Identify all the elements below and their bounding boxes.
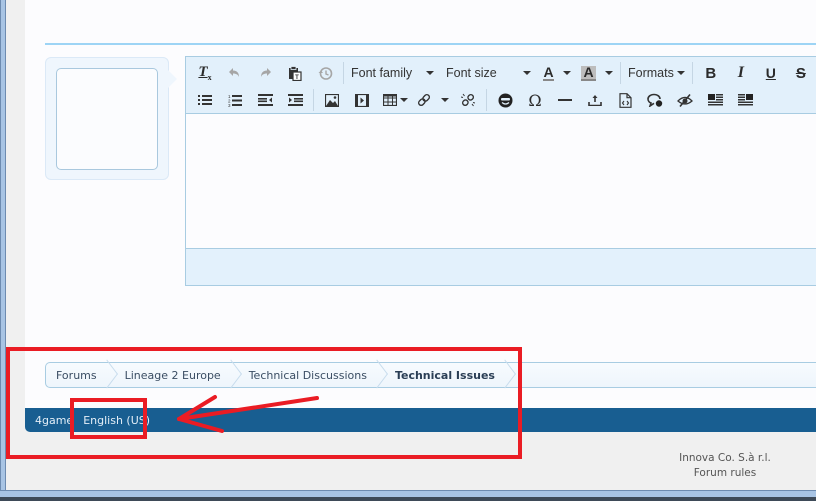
image-icon	[325, 93, 339, 107]
horizontal-line-icon	[558, 98, 572, 101]
remove-link-button[interactable]	[453, 88, 483, 112]
link-icon	[417, 93, 431, 107]
restore-draft-icon	[318, 66, 332, 80]
align-left-icon	[707, 93, 723, 105]
toolbar-separator	[620, 62, 621, 84]
bullet-list-button[interactable]	[190, 88, 220, 112]
font-family-select[interactable]: Font family	[347, 61, 442, 85]
formats-menu[interactable]: Formats	[624, 61, 689, 85]
background-color-icon: A	[581, 63, 596, 81]
toolbar-separator	[486, 89, 487, 111]
bullet-list-icon	[198, 95, 212, 105]
chevron-down-icon	[604, 71, 613, 75]
forum-rules-link[interactable]: Forum rules	[640, 466, 810, 481]
post-separator	[45, 43, 816, 45]
chevron-down-icon	[562, 71, 571, 75]
toolbar-separator	[343, 62, 344, 84]
underline-button[interactable]: U	[756, 61, 786, 85]
font-size-select[interactable]: Font size	[442, 61, 537, 85]
code-file-icon	[618, 92, 632, 108]
avatar[interactable]	[56, 68, 158, 170]
insert-table-button[interactable]	[377, 88, 413, 112]
text-color-icon: A	[543, 63, 554, 81]
speech-bubble-icon	[647, 93, 663, 107]
editor-toolbar: Tx T Font family Font size A A Formats B…	[186, 57, 816, 114]
code-button[interactable]	[610, 88, 640, 112]
smilie-icon	[498, 93, 512, 107]
undo-icon	[229, 68, 239, 77]
media-icon	[355, 93, 369, 107]
unlink-icon	[461, 93, 475, 107]
toolbar-row-1: Tx T Font family Font size A A Formats B…	[190, 60, 816, 86]
chevron-down-icon	[441, 98, 449, 102]
editor-text-area[interactable]	[186, 114, 816, 248]
align-right-icon	[737, 93, 753, 105]
spoiler-button[interactable]	[670, 88, 700, 112]
chevron-down-icon	[522, 71, 531, 75]
insert-smilie-button[interactable]	[490, 88, 520, 112]
upload-icon	[588, 95, 602, 106]
insert-image-button[interactable]	[317, 88, 347, 112]
indent-button[interactable]	[280, 88, 310, 112]
editor-footer	[186, 248, 816, 285]
clear-formatting-icon: Tx	[198, 64, 212, 82]
quote-button[interactable]	[640, 88, 670, 112]
chevron-down-icon	[399, 98, 408, 102]
reply-editor: Tx T Font family Font size A A Formats B…	[185, 56, 816, 286]
insert-attachment-button[interactable]	[580, 88, 610, 112]
eye-slash-icon	[677, 93, 693, 107]
paste-text-icon: T	[289, 65, 302, 81]
copyright-text: Innova Co. S.à r.l.	[679, 452, 771, 464]
italic-button[interactable]: I	[726, 61, 756, 85]
avatar-container	[45, 57, 177, 180]
chevron-down-icon	[676, 71, 685, 75]
strikethrough-icon: S	[795, 64, 806, 82]
horizontal-line-button[interactable]	[550, 88, 580, 112]
window-bottom-border	[0, 490, 816, 501]
underline-icon: U	[765, 65, 776, 81]
numbered-list-button[interactable]: 123	[220, 88, 250, 112]
omega-icon: Ω	[528, 90, 542, 110]
annotation-language-box	[70, 398, 147, 439]
font-family-label: Font family	[351, 66, 413, 80]
chevron-down-icon	[426, 71, 435, 75]
table-icon	[382, 94, 397, 106]
clear-formatting-button[interactable]: Tx	[190, 61, 220, 85]
copyright-block: Innova Co. S.à r.l. Forum rules	[640, 451, 810, 481]
strikethrough-button[interactable]: S	[786, 61, 816, 85]
font-size-label: Font size	[446, 66, 497, 80]
bold-button[interactable]: B	[696, 61, 726, 85]
bold-icon: B	[705, 64, 717, 82]
redo-button[interactable]	[250, 61, 280, 85]
italic-icon: I	[737, 64, 744, 81]
formats-label: Formats	[628, 66, 674, 80]
special-character-button[interactable]: Ω	[520, 88, 550, 112]
insert-link-button[interactable]	[413, 88, 453, 112]
toolbar-separator	[313, 89, 314, 111]
insert-media-button[interactable]	[347, 88, 377, 112]
outdent-button[interactable]	[250, 88, 280, 112]
toolbar-separator	[691, 62, 693, 84]
restore-draft-button[interactable]	[310, 61, 340, 85]
text-color-button[interactable]: A	[537, 61, 577, 85]
background-color-button[interactable]: A	[577, 61, 617, 85]
align-left-image-button[interactable]	[700, 88, 730, 112]
redo-icon	[261, 68, 271, 77]
svg-text:3: 3	[228, 103, 231, 107]
svg-text:T: T	[295, 75, 299, 81]
toolbar-row-2: 123 Ω	[190, 87, 760, 113]
outdent-icon	[257, 94, 273, 106]
align-right-image-button[interactable]	[730, 88, 760, 112]
numbered-list-icon: 123	[228, 94, 242, 107]
paste-as-text-button[interactable]: T	[280, 61, 310, 85]
undo-button[interactable]	[220, 61, 250, 85]
indent-icon	[287, 94, 303, 106]
